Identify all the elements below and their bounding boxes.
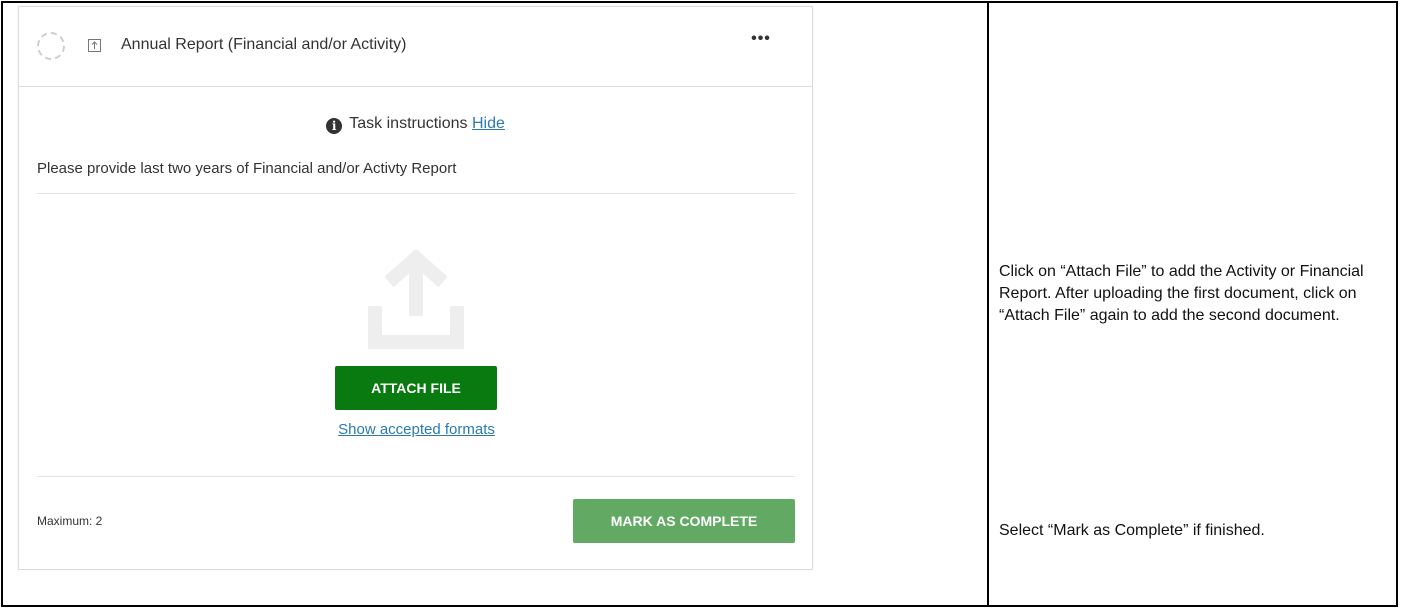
hide-instructions-link[interactable]: Hide [472, 115, 505, 132]
attach-file-help-text: Click on “Attach File” to add the Activi… [999, 263, 1364, 324]
task-title: Annual Report (Financial and/or Activity… [121, 36, 407, 53]
status-circle-icon[interactable] [37, 32, 65, 60]
upload-icon [361, 248, 471, 355]
task-instructions-label: Task instructions [349, 115, 468, 132]
table-column-divider [987, 3, 989, 605]
mark-as-complete-button[interactable]: MARK AS COMPLETE [573, 499, 795, 543]
task-instruction-text: Please provide last two years of Financi… [37, 160, 457, 177]
show-accepted-formats-link[interactable]: Show accepted formats [19, 421, 814, 438]
info-icon: i [326, 118, 343, 134]
task-header: Annual Report (Financial and/or Activity… [19, 7, 812, 87]
divider [37, 193, 795, 194]
attach-file-button[interactable]: ATTACH FILE [335, 366, 497, 410]
divider [37, 476, 795, 477]
task-instructions-toggle: i Task instructions Hide [19, 115, 812, 134]
upload-icon [88, 39, 101, 52]
task-card: Annual Report (Financial and/or Activity… [18, 6, 813, 570]
more-options-button[interactable]: ••• [746, 29, 776, 49]
mark-complete-help-text: Select “Mark as Complete” if finished. [999, 522, 1265, 539]
maximum-files-label: Maximum: 2 [37, 514, 103, 528]
